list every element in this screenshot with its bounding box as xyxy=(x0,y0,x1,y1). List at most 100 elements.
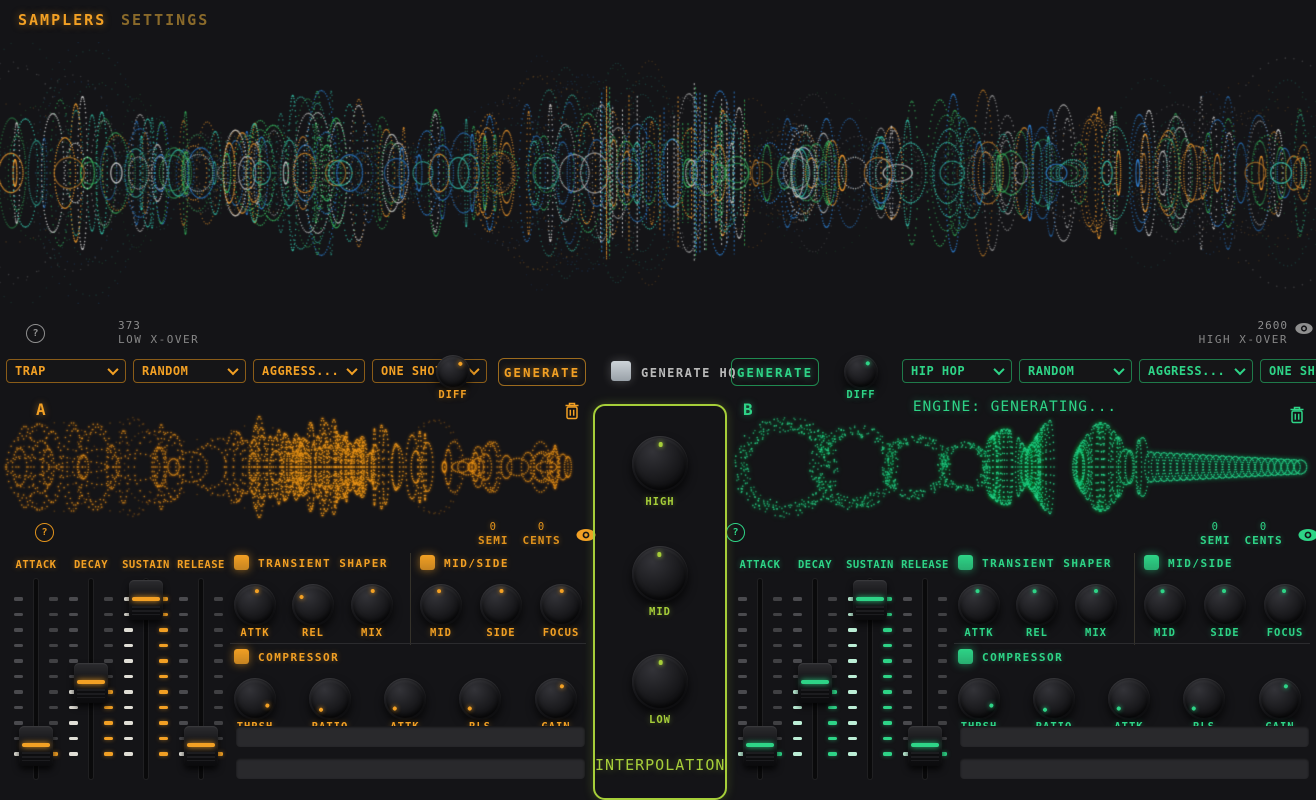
mid-side-toggle[interactable] xyxy=(1144,555,1159,570)
fader-handle-decay[interactable] xyxy=(74,663,108,703)
low-xover-value: 373 xyxy=(118,319,141,332)
interp-knob-mid[interactable] xyxy=(632,546,688,602)
fader-handle-attack[interactable] xyxy=(743,726,777,766)
knob-mid[interactable] xyxy=(1144,584,1186,626)
fader-tick xyxy=(773,706,782,710)
dropdown-random[interactable]: RANDOM xyxy=(1019,359,1132,383)
dropdown-trap[interactable]: TRAP xyxy=(6,359,126,383)
fader-handle-ridge xyxy=(22,752,50,761)
compressor-title: COMPRESSOR xyxy=(982,651,1063,664)
knob-indicator xyxy=(417,581,464,628)
fader-tick xyxy=(828,721,837,725)
knob-indicator-dot xyxy=(658,660,663,665)
semi-control-a[interactable]: 0SEMI xyxy=(478,521,509,547)
knob-attk[interactable] xyxy=(958,584,1000,626)
fader-tick xyxy=(738,613,747,617)
knob-rel[interactable] xyxy=(1016,584,1058,626)
interp-knob-low[interactable] xyxy=(632,654,688,710)
mid-side-toggle[interactable] xyxy=(420,555,435,570)
semi-control-b[interactable]: 0SEMI xyxy=(1200,521,1231,547)
fader-handle-sustain[interactable] xyxy=(129,580,163,620)
fader-handle-stripe xyxy=(22,743,50,747)
generate-a-button[interactable]: GENERATE xyxy=(498,358,586,386)
eye-b-icon[interactable] xyxy=(1297,528,1316,542)
fader-tick xyxy=(738,659,747,663)
knob-attk[interactable] xyxy=(384,678,426,720)
knob-focus[interactable] xyxy=(540,584,582,626)
transient-shaper-toggle[interactable] xyxy=(234,555,249,570)
fader-tick xyxy=(828,613,837,617)
dropdown-aggress-[interactable]: AGGRESS... xyxy=(253,359,365,383)
knob-indicator-dot xyxy=(499,589,504,594)
knob-gain[interactable] xyxy=(1259,678,1301,720)
knob-indicator-dot xyxy=(1032,588,1037,593)
knob-rel[interactable] xyxy=(292,584,334,626)
help-b-icon[interactable]: ? xyxy=(726,523,745,542)
knob-side[interactable] xyxy=(480,584,522,626)
fader-tick xyxy=(14,721,23,725)
knob-side[interactable] xyxy=(1204,584,1246,626)
knob-thrsh[interactable] xyxy=(234,678,276,720)
mid-side-title: MID/SIDE xyxy=(1168,557,1233,570)
fader-tick xyxy=(69,644,78,648)
fader-handle-stripe xyxy=(801,680,829,684)
knob-attk[interactable] xyxy=(1108,678,1150,720)
knob-indicator xyxy=(479,583,522,626)
adsr-label-release: RELEASE xyxy=(893,559,957,571)
fader-handle-decay[interactable] xyxy=(798,663,832,703)
fader-tick xyxy=(49,597,58,601)
fader-tick xyxy=(69,737,78,741)
generate-hq-checkbox[interactable] xyxy=(611,361,631,381)
knob-mix[interactable] xyxy=(351,584,393,626)
knob-indicator-dot xyxy=(318,707,324,713)
transient-shaper-toggle[interactable] xyxy=(958,555,973,570)
fader-tick xyxy=(883,659,892,663)
cents-control-b[interactable]: 0CENTS xyxy=(1245,521,1283,547)
knob-mix[interactable] xyxy=(1075,584,1117,626)
diff-b-knob[interactable] xyxy=(844,355,878,389)
dropdown-random[interactable]: RANDOM xyxy=(133,359,246,383)
knob-ratio[interactable] xyxy=(309,678,351,720)
fader-tick xyxy=(104,597,113,601)
fader-handle-stripe xyxy=(911,743,939,747)
knob-mid[interactable] xyxy=(420,584,462,626)
cents-control-a[interactable]: 0CENTS xyxy=(523,521,561,547)
knob-rls[interactable] xyxy=(459,678,501,720)
knob-indicator xyxy=(1174,669,1233,728)
transient-shaper-title: TRANSIENT SHAPER xyxy=(258,557,388,570)
fader-tick xyxy=(793,737,802,741)
knob-thrsh[interactable] xyxy=(958,678,1000,720)
fader-handle-sustain[interactable] xyxy=(853,580,887,620)
dropdown-aggress-[interactable]: AGGRESS... xyxy=(1139,359,1253,383)
help-a-icon[interactable]: ? xyxy=(35,523,54,542)
fader-tick xyxy=(49,675,58,679)
generate-b-button[interactable]: GENERATE xyxy=(731,358,819,386)
dropdown-value: RANDOM xyxy=(1028,364,1074,378)
knob-indicator xyxy=(1252,671,1308,727)
tab-samplers[interactable]: SAMPLERS xyxy=(18,11,106,29)
dropdown-hip-hop[interactable]: HIP HOP xyxy=(902,359,1012,383)
interp-knob-high[interactable] xyxy=(632,436,688,492)
knob-indicator xyxy=(1099,669,1158,728)
diff-a-knob[interactable] xyxy=(436,355,470,389)
knob-rls[interactable] xyxy=(1183,678,1225,720)
knob-ratio[interactable] xyxy=(1033,678,1075,720)
tab-settings[interactable]: SETTINGS xyxy=(121,11,209,29)
dropdown-one-shot[interactable]: ONE SHOT xyxy=(1260,359,1316,383)
knob-indicator xyxy=(951,671,1008,728)
compressor-title: COMPRESSOR xyxy=(258,651,339,664)
fader-tick xyxy=(793,628,802,632)
fader-tick xyxy=(49,706,58,710)
fader-tick xyxy=(104,659,113,663)
fader-handle-attack[interactable] xyxy=(19,726,53,766)
fader-tick xyxy=(738,690,747,694)
compressor-toggle[interactable] xyxy=(234,649,249,664)
knob-gain[interactable] xyxy=(535,678,577,720)
eye-icon[interactable] xyxy=(1294,322,1314,335)
fader-tick xyxy=(159,628,168,632)
compressor-toggle[interactable] xyxy=(958,649,973,664)
knob-attk[interactable] xyxy=(234,584,276,626)
fader-tick xyxy=(828,597,837,601)
help-icon[interactable]: ? xyxy=(26,324,45,343)
knob-focus[interactable] xyxy=(1264,584,1306,626)
